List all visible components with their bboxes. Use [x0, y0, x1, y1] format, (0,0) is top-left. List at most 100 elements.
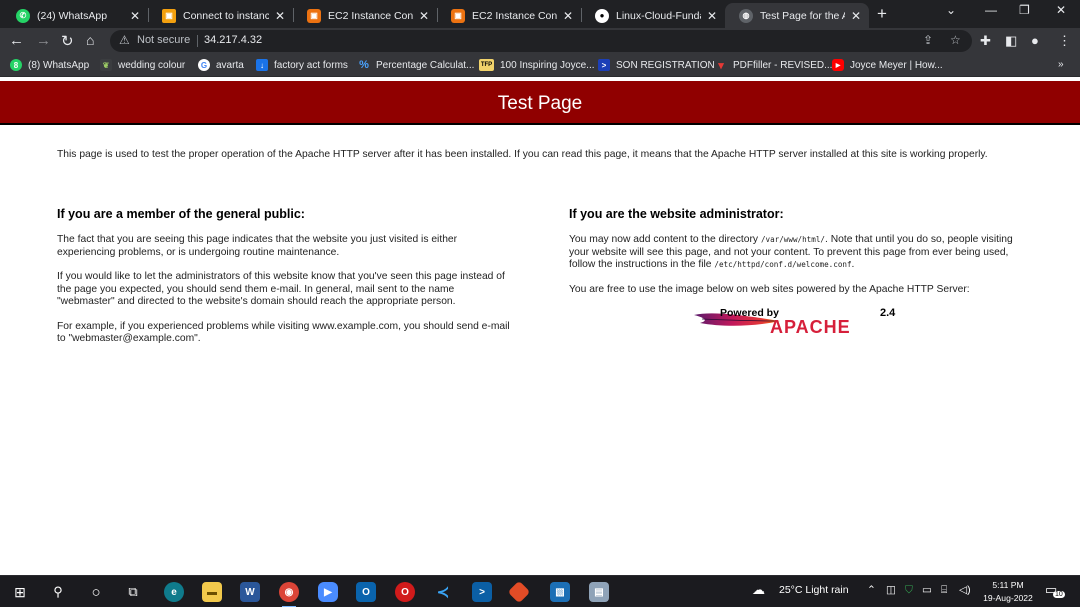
admin-text: You may now add content to the directory: [569, 234, 761, 245]
apache-wordmark: APACHE: [770, 317, 851, 337]
bookmark-avarta[interactable]: G avarta: [198, 59, 244, 71]
menu-icon[interactable]: ⋮: [1058, 33, 1071, 49]
admin-paragraph-1: You may now add content to the directory…: [569, 234, 1024, 272]
address-bar[interactable]: ⚠ Not secure 34.217.4.32 ⇪ ☆: [110, 30, 972, 52]
bookmark-factory-act[interactable]: ↓ factory act forms: [256, 59, 348, 71]
bookmark-percentage[interactable]: % Percentage Calculat...: [358, 59, 474, 71]
close-tab-icon[interactable]: ✕: [128, 9, 142, 23]
intro-text: This page is used to test the proper ope…: [57, 149, 988, 160]
page-viewport: Test Page This page is used to test the …: [0, 77, 1080, 575]
bookmark-label: factory act forms: [274, 59, 348, 71]
google-icon: G: [198, 59, 210, 71]
tab-whatsapp[interactable]: ✆ (24) WhatsApp ✕: [2, 3, 148, 28]
bookmark-label: PDFfiller - REVISED...: [733, 59, 833, 71]
administrator-section: If you are the website administrator: Yo…: [569, 207, 1024, 308]
bookmarks-bar: 8 (8) WhatsApp ❦ wedding colour G avarta…: [0, 55, 1080, 77]
volume-icon[interactable]: ◁): [959, 584, 971, 596]
vscode-icon[interactable]: ≺: [433, 582, 453, 602]
aws-icon: ▣: [162, 8, 176, 23]
globe-icon: ◍: [739, 8, 753, 23]
tab-title: (24) WhatsApp: [37, 9, 108, 22]
close-window-button[interactable]: ✕: [1056, 3, 1066, 17]
tray-app-icon[interactable]: ◫: [886, 584, 896, 596]
chrome-icon[interactable]: ◉: [279, 582, 299, 607]
profile-icon[interactable]: ●: [1031, 33, 1039, 48]
network-icon[interactable]: ⌸: [941, 584, 947, 597]
tab-test-page[interactable]: ◍ Test Page for the Apac ✕: [725, 3, 869, 28]
tab-github[interactable]: ● Linux-Cloud-Fundame ✕: [581, 3, 725, 28]
git-icon[interactable]: [507, 580, 531, 604]
pdffiller-icon: ▾: [718, 59, 724, 72]
public-paragraph-1: The fact that you are seeing this page i…: [57, 234, 458, 258]
tab-title: Test Page for the Apac: [760, 9, 845, 22]
forward-button[interactable]: →: [36, 32, 51, 49]
github-icon: ●: [595, 8, 609, 23]
address-separator: [197, 35, 198, 47]
zoom-icon[interactable]: ▶: [318, 582, 338, 602]
url-text[interactable]: 34.217.4.32: [204, 34, 262, 46]
close-tab-icon[interactable]: ✕: [417, 9, 431, 23]
system-clock[interactable]: 5:11 PM 19-Aug-2022: [980, 579, 1036, 604]
aws-ec2-icon: ▣: [307, 8, 321, 23]
cortana-icon[interactable]: ○: [86, 582, 106, 602]
back-button[interactable]: ←: [9, 32, 24, 49]
word-icon[interactable]: W: [240, 582, 260, 602]
tfp-icon: TFP: [479, 59, 494, 71]
clock-date: 19-Aug-2022: [983, 592, 1033, 603]
file-explorer-icon[interactable]: ▬: [202, 582, 222, 602]
browser-toolbar: ← → ↻ ⌂ ⚠ Not secure 34.217.4.32 ⇪ ☆ ✚ ◧…: [0, 28, 1080, 55]
bookmark-wedding-colour[interactable]: ❦ wedding colour: [100, 59, 185, 71]
restore-button[interactable]: ❐: [1019, 3, 1030, 17]
bookmark-joyce-meyer[interactable]: ▶ Joyce Meyer | How...: [832, 59, 943, 71]
section-heading: If you are a member of the general publi…: [57, 207, 305, 221]
close-tab-icon[interactable]: ✕: [273, 9, 287, 23]
weather-text[interactable]: 25°C Light rain: [779, 584, 849, 596]
new-tab-button[interactable]: +: [877, 4, 887, 24]
tab-title: Linux-Cloud-Fundame: [616, 9, 701, 22]
security-label[interactable]: Not secure: [137, 34, 190, 46]
terminal-icon: >: [598, 59, 610, 71]
clock-time: 5:11 PM: [992, 580, 1024, 590]
bookmark-label: 100 Inspiring Joyce...: [500, 59, 595, 71]
share-icon[interactable]: ⇪: [923, 33, 933, 47]
bookmark-joyce-quotes[interactable]: TFP 100 Inspiring Joyce...: [479, 59, 595, 71]
bookmarks-overflow-icon[interactable]: »: [1058, 59, 1064, 70]
weather-cloud-icon[interactable]: ☁: [752, 582, 765, 598]
photos-icon[interactable]: ▧: [550, 582, 570, 602]
tab-title: EC2 Instance Connect: [328, 9, 413, 22]
tab-ec2-connect-2[interactable]: ▣ EC2 Instance Connect ✕: [437, 3, 581, 28]
reload-button[interactable]: ↻: [61, 32, 74, 50]
tab-ec2-connect-1[interactable]: ▣ EC2 Instance Connect ✕: [293, 3, 437, 28]
bookmark-label: Joyce Meyer | How...: [850, 59, 943, 71]
home-button[interactable]: ⌂: [86, 32, 94, 48]
bookmark-son-registration[interactable]: > SON REGISTRATION: [598, 59, 715, 71]
notepad-icon[interactable]: ▤: [589, 582, 609, 602]
extensions-icon[interactable]: ✚: [980, 33, 991, 49]
minimize-button[interactable]: —: [985, 3, 997, 17]
security-tray-icon[interactable]: ⛉: [905, 584, 913, 597]
admin-text: .: [851, 259, 855, 270]
bookmark-star-icon[interactable]: ☆: [950, 33, 961, 47]
page-title: Test Page: [497, 93, 583, 114]
powershell-icon[interactable]: >: [472, 582, 492, 602]
tab-connect-instance[interactable]: ▣ Connect to instance | E ✕: [148, 3, 293, 28]
task-view-icon[interactable]: ⧉: [123, 582, 143, 602]
close-tab-icon[interactable]: ✕: [705, 9, 719, 23]
edge-icon[interactable]: e: [164, 582, 184, 602]
search-icon[interactable]: ⚲: [48, 582, 68, 602]
bookmark-pdffiller[interactable]: ▾ PDFfiller - REVISED...: [715, 59, 833, 72]
warning-icon[interactable]: ⚠: [119, 33, 130, 47]
bookmark-label: SON REGISTRATION: [616, 59, 715, 71]
outlook-icon[interactable]: O: [356, 582, 376, 602]
opera-icon[interactable]: O: [395, 582, 415, 602]
start-button[interactable]: ⊞: [10, 582, 30, 602]
bookmark-whatsapp[interactable]: 8 (8) WhatsApp: [10, 59, 89, 71]
battery-icon[interactable]: ▭: [922, 584, 932, 596]
docroot-path: /var/www/html/: [760, 235, 825, 244]
show-hidden-icons-icon[interactable]: ⌃: [867, 584, 876, 596]
windows-taskbar: ⊞ ⚲ ○ ⧉ e ▬ W ◉ ▶ O O ≺ > ▧ ▤ ☁ 25°C Lig…: [0, 575, 1080, 607]
side-panel-icon[interactable]: ◧: [1005, 33, 1017, 49]
close-tab-icon[interactable]: ✕: [561, 9, 575, 23]
close-tab-icon[interactable]: ✕: [849, 9, 863, 23]
tab-search-chevron-icon[interactable]: ⌄: [946, 3, 956, 17]
